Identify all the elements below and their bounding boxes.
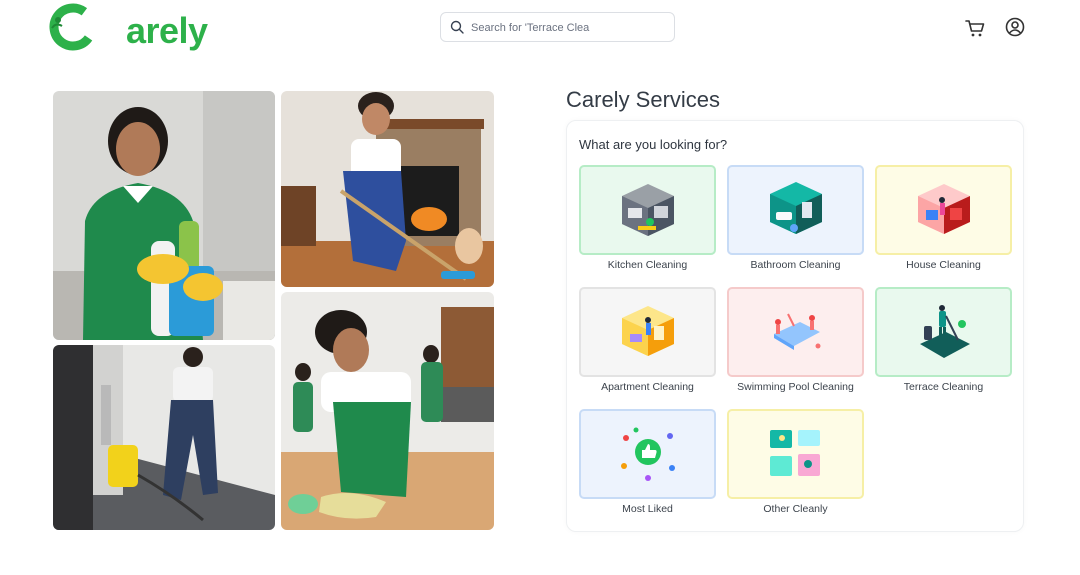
photo-cleaner-mopping-fireplace [281,91,494,287]
swimming-pool-cleaning-icon [773,313,820,350]
search-icon [450,20,464,34]
top-header: arely [0,0,1080,56]
service-tile[interactable] [579,287,716,377]
service-card-swimming-pool-cleaning[interactable]: Swimming Pool Cleaning [727,287,864,393]
photo-cleaner-wiping-table [281,292,494,530]
service-tile[interactable] [727,165,864,255]
services-question: What are you looking for? [579,137,728,152]
user-circle-icon [1005,17,1025,37]
logo-text: arely [126,10,208,51]
services-panel: What are you looking for? Kitchen Cleani… [566,120,1024,532]
services-title: Carely Services [566,87,721,112]
service-tile[interactable] [727,409,864,499]
service-tile[interactable] [579,409,716,499]
service-tile[interactable] [579,165,716,255]
cart-icon [965,20,985,37]
service-tile[interactable] [727,287,864,377]
service-label: Other Cleanly [763,503,828,515]
service-label: House Cleaning [906,259,981,271]
search-bar[interactable] [440,12,675,42]
carely-logo[interactable]: arely [48,2,208,52]
service-label: Terrace Cleaning [903,381,984,393]
search-input[interactable] [471,18,666,38]
service-tile[interactable] [875,165,1012,255]
service-label: Kitchen Cleaning [607,259,688,271]
service-label: Most Liked [622,503,673,515]
service-card-apartment-cleaning[interactable]: Apartment Cleaning [579,287,716,393]
service-card-house-cleaning[interactable]: House Cleaning [875,165,1012,271]
service-card-most-liked[interactable]: Most Liked [579,409,716,515]
photo-cleaner-with-supplies [53,91,275,340]
service-label: Swimming Pool Cleaning [737,381,854,393]
service-card-bathroom-cleaning[interactable]: Bathroom Cleaning [727,165,864,271]
bathroom-cleaning-icon [769,182,822,234]
house-cleaning-icon [917,184,970,234]
service-card-terrace-cleaning[interactable]: Terrace Cleaning [875,287,1012,393]
service-label: Apartment Cleaning [601,381,694,393]
service-card-other-cleanly[interactable]: Other Cleanly [727,409,864,515]
profile-button[interactable] [1004,16,1026,38]
service-label: Bathroom Cleaning [750,259,841,271]
kitchen-cleaning-icon [621,184,674,236]
service-card-kitchen-cleaning[interactable]: Kitchen Cleaning [579,165,716,271]
photo-cleaner-vacuuming-corridor [53,345,275,530]
thumbs-up-icon [620,427,675,481]
other-cleaning-icon [769,430,820,476]
apartment-cleaning-icon [621,306,674,356]
terrace-cleaning-icon [919,305,970,358]
cart-button[interactable] [964,17,986,39]
service-tile[interactable] [875,287,1012,377]
